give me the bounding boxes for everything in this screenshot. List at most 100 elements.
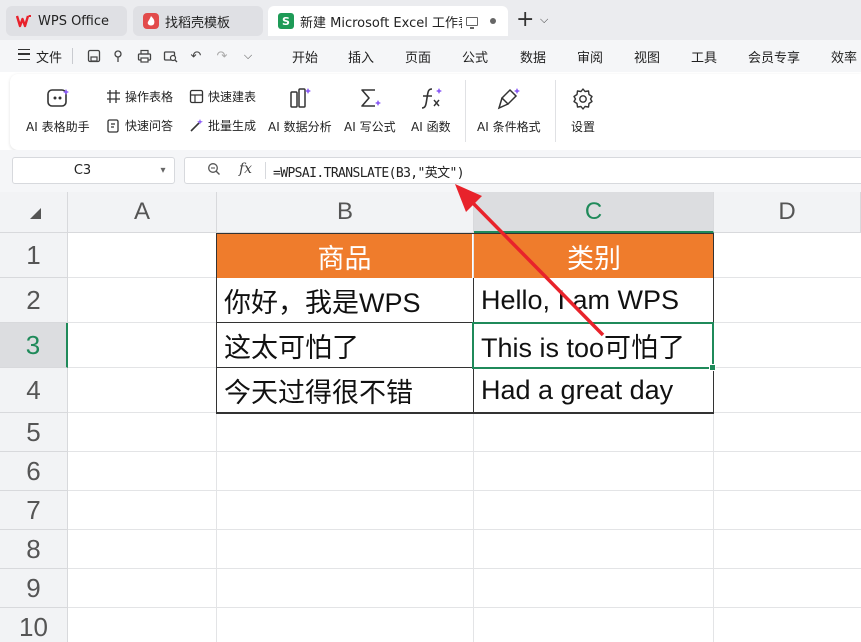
- ai-data-analysis-button[interactable]: AI 数据分析: [268, 86, 332, 135]
- batch-generate-button[interactable]: 批量生成: [189, 117, 256, 134]
- insert-function-fx-icon[interactable]: fx: [239, 161, 252, 177]
- cell-c1[interactable]: 类别: [474, 234, 714, 278]
- batch-generate-label: 批量生成: [208, 119, 257, 133]
- tab-label: WPS Office: [38, 13, 110, 29]
- ribbon-divider: [555, 80, 556, 142]
- monitor-icon[interactable]: [466, 16, 478, 29]
- quick-qa-label: 快速问答: [125, 119, 174, 133]
- brush-icon: [496, 86, 522, 112]
- row-header-9[interactable]: 9: [0, 569, 68, 608]
- ai-conditional-format-button[interactable]: AI 条件格式: [477, 86, 541, 135]
- menu-member[interactable]: 会员专享: [748, 47, 800, 66]
- print-icon[interactable]: [136, 48, 152, 64]
- settings-label: 设置: [570, 120, 595, 134]
- cell-b2[interactable]: 你好，我是WPS: [217, 278, 474, 323]
- cell-b3[interactable]: 这太可怕了: [217, 323, 474, 368]
- title-tab-bar: WPS Office 找稻壳模板 S 新建 Microsoft Excel 工作…: [0, 0, 861, 40]
- tab-daoke-templates[interactable]: 找稻壳模板: [133, 6, 263, 36]
- row-header-2[interactable]: 2: [0, 278, 68, 323]
- function-fx-icon: [418, 86, 444, 112]
- column-header-a[interactable]: A: [68, 192, 217, 233]
- row-header-1[interactable]: 1: [0, 233, 68, 278]
- unsaved-dot-icon[interactable]: [490, 18, 496, 24]
- excel-sheet-icon: S: [278, 13, 294, 29]
- tab-excel-workbook[interactable]: S 新建 Microsoft Excel 工作表.: [268, 6, 508, 36]
- menu-data[interactable]: 数据: [520, 47, 546, 66]
- tab-label: 找稻壳模板: [165, 15, 231, 31]
- cell-c4[interactable]: Had a great day: [474, 368, 714, 413]
- share-icon[interactable]: [110, 48, 126, 64]
- quick-qa-icon: [106, 118, 121, 133]
- menu-tools[interactable]: 工具: [691, 47, 717, 66]
- operate-table-button[interactable]: 操作表格: [106, 88, 173, 105]
- new-tab-plus-icon[interactable]: +: [516, 9, 534, 31]
- quick-qa-button[interactable]: 快速问答: [106, 117, 173, 134]
- quick-access-chevron-icon[interactable]: ⌵: [240, 48, 256, 64]
- build-table-icon: [189, 89, 204, 104]
- gridline: [68, 568, 861, 569]
- ai-function-button[interactable]: AI 函数: [411, 86, 451, 135]
- ai-data-analysis-label: AI 数据分析: [268, 120, 332, 134]
- tab-wps-office[interactable]: WPS Office: [6, 6, 127, 36]
- spreadsheet-grid[interactable]: A B C D 1 2 3 4 5 6 7 8 9 10 商品 类别 你好，我是…: [0, 192, 861, 642]
- save-icon[interactable]: [86, 48, 102, 64]
- active-cell-selection: [472, 322, 714, 369]
- gridline: [68, 490, 861, 491]
- row-header-10[interactable]: 10: [0, 608, 68, 642]
- ai-function-label: AI 函数: [411, 120, 451, 134]
- row-header-7[interactable]: 7: [0, 491, 68, 530]
- gridline: [68, 529, 861, 530]
- data-analysis-icon: [287, 86, 313, 112]
- row-header-5[interactable]: 5: [0, 413, 68, 452]
- ai-write-formula-label: AI 写公式: [344, 120, 396, 134]
- cell-b4[interactable]: 今天过得很不错: [217, 368, 474, 413]
- hamburger-menu-icon[interactable]: [18, 49, 30, 60]
- ai-table-assistant-button[interactable]: AI 表格助手: [26, 86, 90, 135]
- column-header-d[interactable]: D: [714, 192, 861, 233]
- menu-divider: [72, 48, 73, 64]
- menu-page[interactable]: 页面: [405, 47, 431, 66]
- cell-c2[interactable]: Hello, I am WPS: [474, 278, 714, 323]
- name-box[interactable]: C3 ▾: [12, 157, 175, 184]
- tab-list-chevron-icon[interactable]: ⌵: [540, 13, 548, 27]
- fill-handle[interactable]: [709, 364, 716, 371]
- zoom-search-icon[interactable]: [207, 162, 221, 180]
- tab-label: 新建 Microsoft Excel 工作表.: [300, 15, 462, 31]
- magic-wand-icon: [189, 118, 204, 133]
- column-header-c[interactable]: C: [474, 192, 714, 233]
- row-header-3[interactable]: 3: [0, 323, 68, 368]
- menu-view[interactable]: 视图: [634, 47, 660, 66]
- menu-review[interactable]: 审阅: [577, 47, 603, 66]
- redo-icon[interactable]: ↷: [214, 48, 230, 64]
- select-all-corner[interactable]: [0, 192, 68, 233]
- table-grid-icon: [106, 89, 121, 104]
- menu-home[interactable]: 开始: [292, 47, 318, 66]
- row-header-8[interactable]: 8: [0, 530, 68, 569]
- undo-icon[interactable]: ↶: [188, 48, 204, 64]
- column-header-b[interactable]: B: [217, 192, 474, 233]
- settings-button[interactable]: 设置: [570, 86, 596, 135]
- formula-text[interactable]: =WPSAI.TRANSLATE(B3,"英文"): [273, 162, 465, 181]
- row-header-4[interactable]: 4: [0, 368, 68, 413]
- print-preview-icon[interactable]: [162, 48, 178, 64]
- menu-formulas[interactable]: 公式: [462, 47, 488, 66]
- row-header-6[interactable]: 6: [0, 452, 68, 491]
- formula-input-box[interactable]: fx =WPSAI.TRANSLATE(B3,"英文"): [184, 157, 861, 184]
- cell-b1[interactable]: 商品: [217, 234, 473, 278]
- operate-table-label: 操作表格: [125, 90, 174, 104]
- quick-build-table-label: 快速建表: [208, 90, 257, 104]
- gridline: [68, 607, 861, 608]
- file-menu[interactable]: 文件: [36, 47, 62, 66]
- sigma-icon: [357, 86, 383, 112]
- wps-logo-icon: [16, 13, 32, 29]
- formula-bar: C3 ▾ fx =WPSAI.TRANSLATE(B3,"英文"): [0, 150, 861, 192]
- chevron-down-icon[interactable]: ▾: [152, 165, 174, 176]
- menu-efficiency[interactable]: 效率: [831, 47, 857, 66]
- menu-insert[interactable]: 插入: [348, 47, 374, 66]
- quick-build-table-button[interactable]: 快速建表: [189, 88, 256, 105]
- ai-write-formula-button[interactable]: AI 写公式: [344, 86, 396, 135]
- ribbon-panel: AI 表格助手 操作表格 快速问答 快速建表 批量生成 AI 数据分析 AI 写…: [10, 74, 861, 150]
- name-box-value: C3: [73, 163, 92, 178]
- menu-bar: 文件 ↶ ↷ ⌵ 开始 插入 页面 公式 数据 审阅 视图 工具 会员专享 效率: [0, 40, 861, 72]
- gridline: [68, 451, 861, 452]
